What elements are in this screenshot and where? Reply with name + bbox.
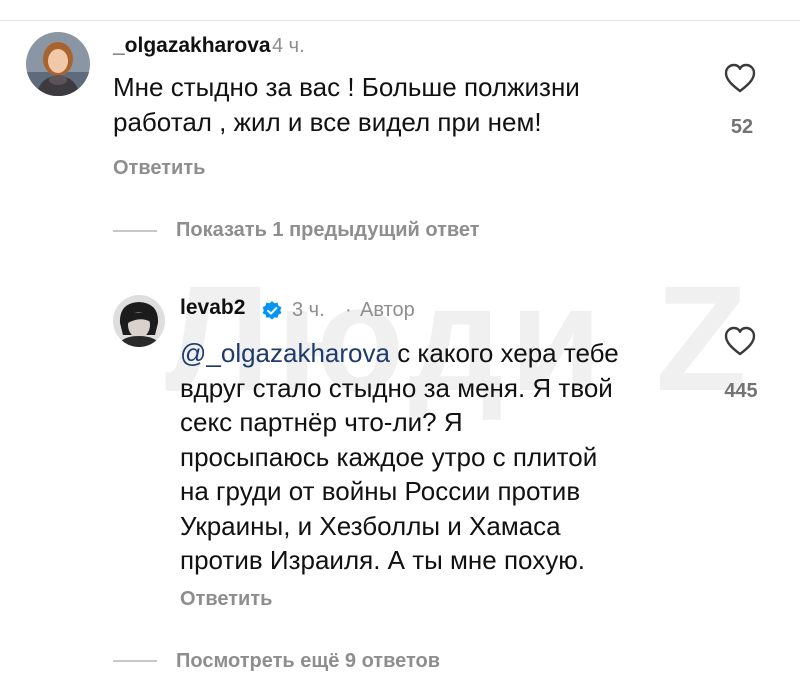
reply-line: на груди от войны России против: [180, 476, 581, 506]
comment-body: Мне стыдно за вас ! Больше полжизни рабо…: [113, 70, 580, 139]
mention-link[interactable]: @_olgazakharova: [180, 338, 390, 368]
reply-line: секс партнёр что-ли? Я: [180, 407, 463, 437]
top-divider: [0, 20, 800, 21]
commenter-avatar[interactable]: [26, 32, 90, 96]
reply-line: против Израиля. А ты мне похую.: [180, 545, 585, 575]
show-previous-replies-button[interactable]: Показать 1 предыдущий ответ: [176, 219, 480, 242]
reply-author-username[interactable]: levab2: [180, 296, 245, 320]
reply-line: просыпаюсь каждое утро с плитой: [180, 441, 598, 472]
reply-button[interactable]: Ответить: [180, 588, 272, 611]
meta-separator: ·: [345, 299, 352, 321]
reply-line: вдруг стало стыдно за меня. Я твой: [180, 372, 613, 403]
reply-body: @_olgazakharova с какого хера тебе вдруг…: [180, 336, 619, 578]
comment-timestamp: 4 ч.: [272, 35, 305, 57]
comment-like-count: 52: [730, 116, 754, 138]
author-label: Автор: [360, 299, 415, 321]
view-more-replies-button[interactable]: Посмотреть ещё 9 ответов: [176, 650, 440, 673]
comment-line: работал , жил и все видел при нем!: [113, 106, 542, 137]
reply-line: Украины, и Хезболлы и Хамаса: [180, 510, 561, 541]
reply-like-count: 445: [724, 380, 758, 402]
reply-timestamp: 3 ч.: [292, 299, 325, 321]
commenter-username[interactable]: _olgazakharova: [113, 34, 271, 58]
thread-divider-line: [113, 230, 157, 232]
heart-icon[interactable]: [723, 62, 757, 99]
verified-badge-icon: [261, 299, 283, 326]
reply-line-text: с какого хера тебе: [389, 338, 619, 368]
reply-button[interactable]: Ответить: [113, 157, 205, 180]
comment-line: Мне стыдно за вас ! Больше полжизни: [113, 72, 580, 102]
reply-author-avatar[interactable]: [113, 295, 165, 347]
reply-line: @_olgazakharova с какого хера тебе: [180, 336, 619, 371]
heart-icon[interactable]: [723, 325, 757, 362]
thread-divider-line: [113, 660, 157, 662]
